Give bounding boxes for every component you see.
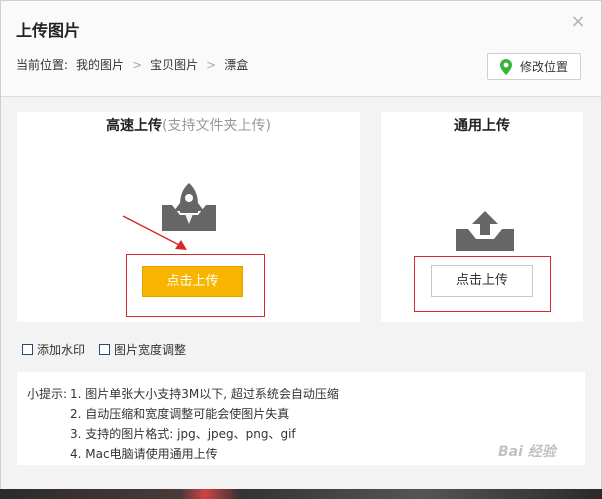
- breadcrumb-separator: >: [132, 57, 143, 72]
- fast-upload-title-text: 高速上传: [106, 118, 163, 134]
- breadcrumb-item-product-images[interactable]: 宝贝图片: [150, 56, 198, 73]
- normal-upload-title: 通用上传: [454, 118, 510, 134]
- change-location-label: 修改位置: [519, 60, 568, 74]
- upload-dialog: 上传图片 × 当前位置: 我的图片 > 宝贝图片 > 漂盒 修改位置 高速上传(…: [0, 0, 602, 490]
- watermark-label: 添加水印: [37, 343, 86, 357]
- tip-line: 3. 支持的图片格式: jpg、jpeg、png、gif: [70, 427, 296, 441]
- tip-line: 4. Mac电脑请使用通用上传: [70, 447, 218, 461]
- location-pin-icon: [499, 58, 512, 75]
- watermark-logo: Bai 经验: [498, 444, 556, 460]
- annotation-box-fast: [126, 254, 265, 317]
- breadcrumb-item-current: 漂盒: [224, 58, 249, 72]
- tip-line: 1. 图片单张大小支持3M以下, 超过系统会自动压缩: [70, 387, 339, 401]
- watermark-checkbox[interactable]: [22, 344, 33, 355]
- dialog-header: 上传图片 × 当前位置: 我的图片 > 宝贝图片 > 漂盒 修改位置: [1, 1, 601, 97]
- width-adjust-label: 图片宽度调整: [114, 343, 187, 357]
- width-adjust-checkbox[interactable]: [99, 344, 111, 355]
- tip-line: 2. 自动压缩和宽度调整可能会使图片失真: [70, 407, 290, 421]
- close-icon[interactable]: ×: [569, 13, 587, 31]
- upload-options: 添加水印 图片宽度调整: [22, 341, 200, 358]
- fast-upload-title: 高速上传(支持文件夹上传): [17, 115, 360, 135]
- annotation-arrow: [122, 215, 187, 250]
- breadcrumb-separator: >: [206, 57, 217, 72]
- upload-tray-icon: [456, 211, 514, 251]
- tips-prefix: 小提示:: [27, 387, 68, 401]
- breadcrumb-item-my-images[interactable]: 我的图片: [76, 56, 124, 73]
- annotation-box-normal: [414, 256, 551, 312]
- fast-upload-subtitle: (支持文件夹上传): [162, 118, 271, 134]
- dialog-title: 上传图片: [16, 21, 81, 40]
- width-adjust-option[interactable]: 图片宽度调整: [99, 341, 186, 358]
- change-location-button[interactable]: 修改位置: [487, 53, 581, 80]
- breadcrumb-prefix: 当前位置:: [16, 58, 69, 72]
- watermark-option[interactable]: 添加水印: [22, 341, 85, 358]
- breadcrumb: 当前位置: 我的图片 > 宝贝图片 > 漂盒: [16, 56, 248, 73]
- background-strip: [0, 489, 602, 499]
